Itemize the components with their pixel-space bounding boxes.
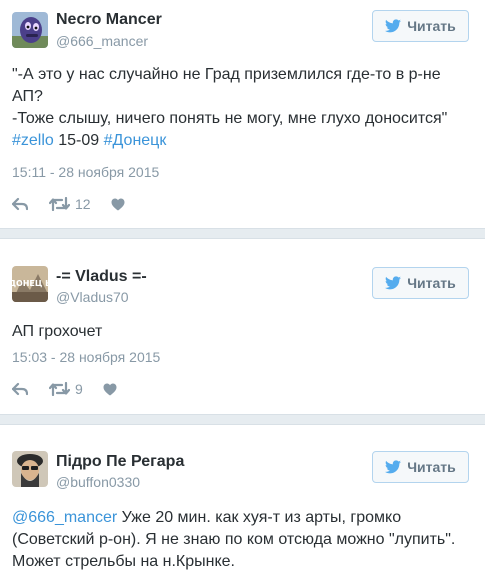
- username[interactable]: @Vladus70: [56, 289, 129, 305]
- tweet-fragment: Уже 20 мин. как хуя-т из арты, громко: [117, 509, 402, 526]
- twitter-bird-icon: [385, 19, 402, 33]
- retweet-icon: [49, 382, 70, 396]
- tweet-line: АП?: [12, 88, 43, 105]
- follow-label: Читать: [407, 275, 456, 291]
- tweet-separator: [0, 414, 485, 425]
- tweet-actions: 9: [12, 379, 117, 399]
- display-name[interactable]: -= Vladus =-: [56, 268, 147, 286]
- tweet-text: @666_mancer Уже 20 мин. как хуя-т из арт…: [12, 507, 473, 573]
- reply-icon: [12, 197, 28, 211]
- hashtag-link[interactable]: #Донецк: [104, 132, 167, 149]
- tweet-line: (Советский р-он). Я не знаю по ком отсюд…: [12, 531, 456, 548]
- tweet-fragment: 15-09: [53, 132, 104, 149]
- reply-button[interactable]: [12, 197, 28, 211]
- follow-label: Читать: [407, 459, 456, 475]
- avatar[interactable]: [12, 451, 48, 487]
- tweet-line: Может стрельбы на н.Крынке.: [12, 553, 235, 570]
- tweet-card: Necro Mancer @666_mancer Читать "-А это …: [0, 0, 485, 228]
- twitter-bird-icon: [385, 460, 402, 474]
- username[interactable]: @buffon0330: [56, 474, 140, 490]
- display-name[interactable]: Підро Пе Регара: [56, 453, 184, 471]
- follow-label: Читать: [407, 18, 456, 34]
- avatar[interactable]: ДОНЕЦ Ь: [12, 266, 48, 302]
- tweet-separator: [0, 228, 485, 239]
- tweet-card: Підро Пе Регара @buffon0330 Читать @666_…: [0, 425, 485, 584]
- tweet-text: АП грохочет: [12, 321, 473, 343]
- like-button[interactable]: [111, 198, 125, 211]
- retweet-icon: [49, 197, 70, 211]
- like-button[interactable]: [103, 383, 117, 396]
- tweet-line: -Тоже слышу, ничего понять не могу, мне …: [12, 110, 448, 127]
- reply-button[interactable]: [12, 382, 28, 396]
- follow-button[interactable]: Читать: [372, 267, 469, 299]
- tweet-text: "-А это у нас случайно не Град приземлил…: [12, 64, 473, 152]
- timestamp[interactable]: 15:03 - 28 ноября 2015: [12, 349, 160, 365]
- tweet-line: #zello 15-09 #Донецк: [12, 130, 473, 152]
- display-name[interactable]: Necro Mancer: [56, 11, 162, 29]
- retweet-button[interactable]: 12: [49, 196, 91, 212]
- twitter-bird-icon: [385, 276, 402, 290]
- username[interactable]: @666_mancer: [56, 33, 148, 49]
- like-heart-icon: [111, 198, 125, 210]
- tweet-line: АП грохочет: [12, 323, 103, 340]
- timestamp[interactable]: 15:11 - 28 ноября 2015: [12, 164, 159, 180]
- like-heart-icon: [103, 383, 117, 395]
- follow-button[interactable]: Читать: [372, 451, 469, 483]
- retweet-count: 12: [75, 196, 91, 212]
- retweet-button[interactable]: 9: [49, 381, 83, 397]
- tweet-actions: 12: [12, 194, 125, 214]
- hashtag-link[interactable]: #zello: [12, 132, 54, 149]
- avatar-text: ДОНЕЦ Ь: [12, 279, 48, 288]
- avatar[interactable]: [12, 12, 48, 48]
- mention-link[interactable]: @666_mancer: [12, 509, 117, 526]
- reply-icon: [12, 382, 28, 396]
- tweet-line: "-А это у нас случайно не Град приземлил…: [12, 66, 441, 83]
- tweet-line: @666_mancer Уже 20 мин. как хуя-т из арт…: [12, 507, 473, 529]
- follow-button[interactable]: Читать: [372, 10, 469, 42]
- retweet-count: 9: [75, 381, 83, 397]
- tweet-card: ДОНЕЦ Ь -= Vladus =- @Vladus70 Читать АП…: [0, 239, 485, 414]
